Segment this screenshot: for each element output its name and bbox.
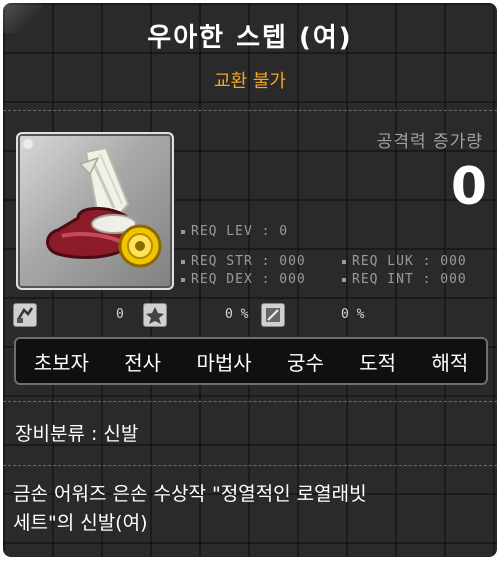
job-requirements-bar: 초보자 전사 마법사 궁수 도적 해적: [14, 337, 488, 385]
req-level: REQ LEV : 0: [181, 224, 288, 239]
potential-value: 0 %: [341, 307, 365, 322]
trade-status: 교환 불가: [214, 71, 286, 92]
shoe-icon: [23, 139, 162, 268]
job-pirate: 해적: [431, 350, 469, 375]
req-dex: REQ DEX : 000: [181, 272, 306, 287]
star-force-value: 0 %: [225, 307, 249, 322]
item-description: 금손 어워즈 은손 수상작 "정열적인 로열래빗 세트"의 신발(여): [13, 483, 367, 534]
job-warrior: 전사: [124, 350, 162, 375]
job-beginner: 초보자: [33, 350, 89, 375]
req-level-text: REQ LEV : 0: [191, 224, 289, 239]
equipment-category: 장비분류 : 신발: [15, 423, 139, 445]
bullet-icon: [181, 277, 185, 282]
divider-middle: [3, 401, 497, 402]
job-magician: 마법사: [196, 350, 252, 375]
req-dex-text: REQ DEX : 000: [191, 272, 306, 287]
req-str-text: REQ STR : 000: [191, 254, 306, 269]
bullet-icon: [181, 229, 185, 234]
req-luk-text: REQ LUK : 000: [352, 254, 467, 269]
req-str: REQ STR : 000: [181, 254, 306, 269]
req-luk: REQ LUK : 000: [342, 254, 467, 269]
upgrade-icon: [13, 303, 37, 327]
bullet-icon: [342, 259, 346, 264]
potential-icon: [261, 303, 285, 327]
bullet-icon: [181, 259, 185, 264]
item-tooltip: 우아한 스텝 (여) 교환 불가 공격력 증가량 0 REQ LEV : 0 R…: [3, 3, 497, 557]
upgrade-value: 0: [116, 307, 124, 322]
star-force-icon: [143, 303, 167, 327]
divider-bottom: [3, 465, 497, 466]
item-image-frame: [16, 132, 174, 290]
attack-increase-value: 0: [450, 157, 487, 217]
job-archer: 궁수: [287, 350, 324, 375]
job-thief: 도적: [359, 350, 397, 375]
bullet-icon: [342, 277, 346, 282]
req-int-text: REQ INT : 000: [352, 272, 467, 287]
item-title: 우아한 스텝 (여): [147, 23, 353, 53]
req-int: REQ INT : 000: [342, 272, 467, 287]
attack-increase-label: 공격력 증가량: [376, 132, 483, 152]
divider-top: [3, 110, 497, 111]
